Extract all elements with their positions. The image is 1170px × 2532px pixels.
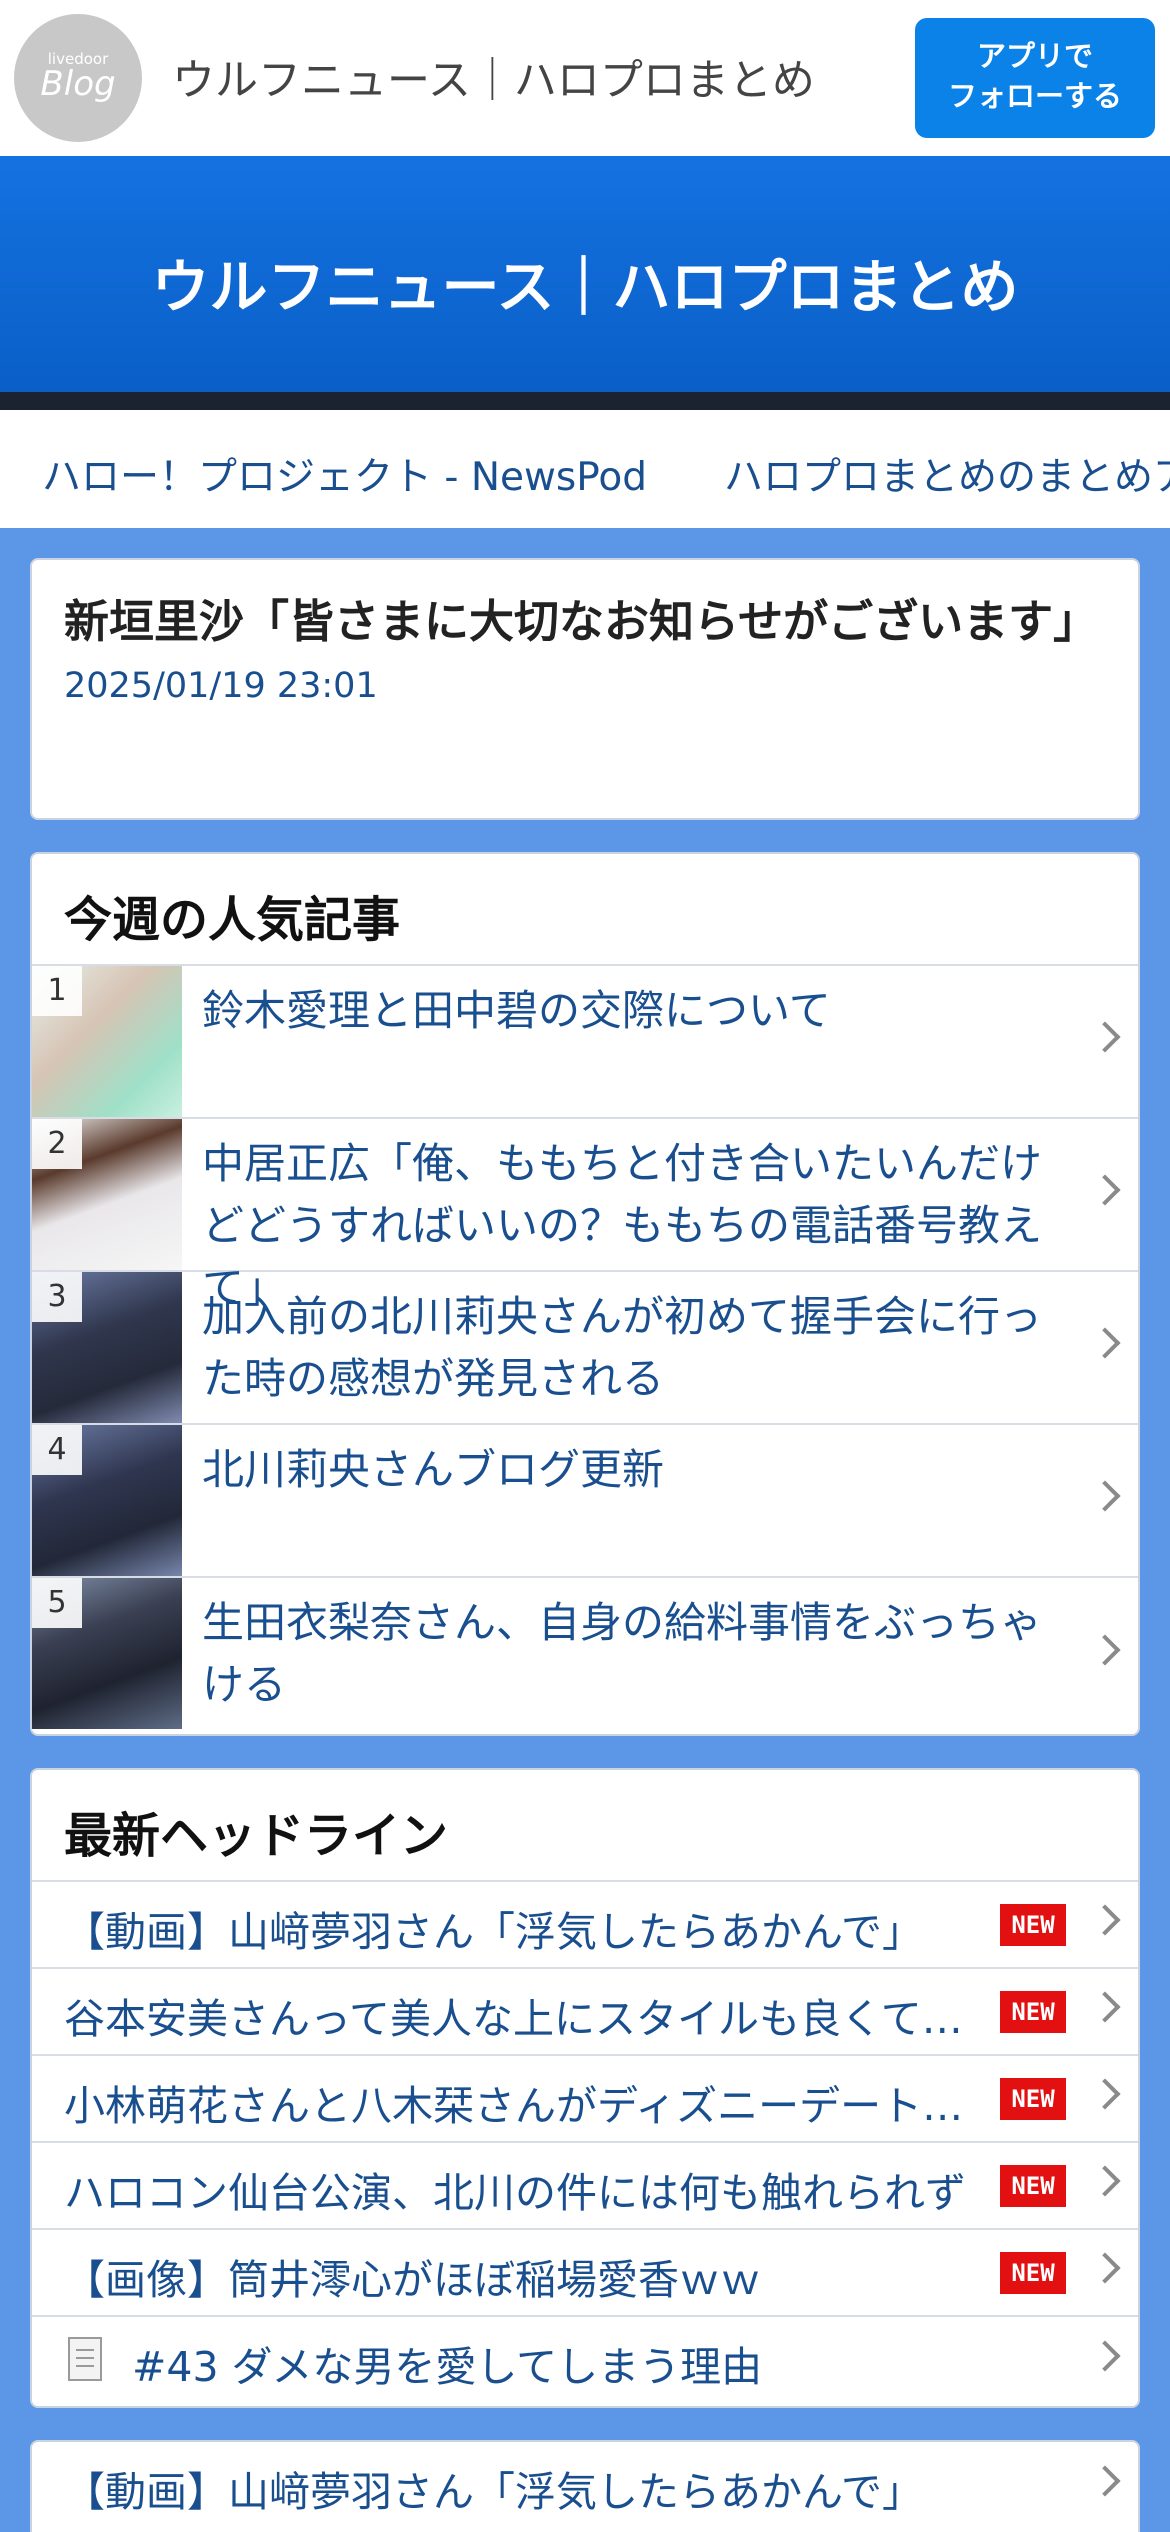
headline-title: 【動画】山﨑夢羽さん「浮気したらあかんで」 <box>64 2468 923 2516</box>
article-title[interactable]: 新垣里沙「皆さまに大切なお知らせがございます」 <box>64 590 1106 654</box>
logo-big-text: Blog <box>40 64 116 104</box>
chevron-right-icon <box>1089 1326 1121 1359</box>
chevron-right-icon <box>1089 2164 1121 2197</box>
headline-item[interactable]: 【画像】筒井澪心がほぼ稲場愛香ｗｗ NEW <box>32 2230 1138 2317</box>
headline-title: #43 ダメな男を愛してしまう理由 <box>132 2343 763 2391</box>
latest-headlines-card: 最新ヘッドライン 【動画】山﨑夢羽さん「浮気したらあかんで」 NEW 谷本安美さ… <box>30 1768 1140 2408</box>
popular-section-title: 今週の人気記事 <box>32 854 1138 966</box>
document-icon <box>68 2337 102 2381</box>
banner-title: ウルフニュース｜ハロプロまとめ <box>151 253 1019 321</box>
site-title[interactable]: ウルフニュース｜ハロプロまとめ <box>172 46 815 108</box>
more-headlines-card: 【動画】山﨑夢羽さん「浮気したらあかんで」 <box>30 2440 1140 2532</box>
popular-item-title: 加入前の北川莉央さんが初めて握手会に行った時の感想が発見される <box>202 1292 1043 1403</box>
headline-item[interactable]: 谷本安美さんって美人な上にスタイルも良くて… NEW <box>32 1969 1138 2056</box>
new-badge: NEW <box>1000 1904 1066 1946</box>
chevron-right-icon <box>1089 1020 1121 1053</box>
follow-button-line1: アプリで <box>976 39 1093 73</box>
popular-item-title: 生田衣梨奈さん、自身の給料事情をぶっちゃける <box>202 1598 1043 1709</box>
chevron-right-icon <box>1089 2251 1121 2284</box>
popular-item[interactable]: 2 中居正広「俺、ももちと付き合いたいんだけどどうすればいいの？ももちの電話番号… <box>32 1119 1138 1312</box>
headline-title: 谷本安美さんって美人な上にスタイルも良くて… <box>64 1995 963 2043</box>
popular-item[interactable]: 1 鈴木愛理と田中碧の交際について <box>32 966 1138 1119</box>
livedoor-blog-logo[interactable]: livedoor Blog <box>14 14 142 142</box>
rank-number: 1 <box>32 966 82 1016</box>
chevron-right-icon <box>1089 1990 1121 2023</box>
rank-number: 5 <box>32 1578 82 1628</box>
headline-title: 【動画】山﨑夢羽さん「浮気したらあかんで」 <box>64 1908 923 1956</box>
popular-articles-card: 今週の人気記事 1 鈴木愛理と田中碧の交際について 2 中居正広「俺、ももちと付… <box>30 852 1140 1736</box>
new-badge: NEW <box>1000 2252 1066 2294</box>
chevron-right-icon <box>1089 2464 1121 2497</box>
headline-item[interactable]: 小林萌花さんと八木栞さんがディズニーデート… NEW <box>32 2056 1138 2143</box>
headline-title: ハロコン仙台公演、北川の件には何も触れられず <box>64 2169 966 2217</box>
popular-item-title: 鈴木愛理と田中碧の交際について <box>202 986 831 1035</box>
headline-item[interactable]: 【動画】山﨑夢羽さん「浮気したらあかんで」 <box>32 2442 1138 2529</box>
follow-button-line2: フォローする <box>947 79 1122 113</box>
chevron-right-icon <box>1089 2077 1121 2110</box>
headline-item[interactable]: ハロコン仙台公演、北川の件には何も触れられず NEW <box>32 2143 1138 2230</box>
rank-number: 2 <box>32 1119 82 1169</box>
new-badge: NEW <box>1000 1991 1066 2033</box>
new-badge: NEW <box>1000 2078 1066 2120</box>
popular-item-title: 北川莉央さんブログ更新 <box>202 1445 665 1494</box>
headline-item[interactable]: #43 ダメな男を愛してしまう理由 <box>32 2317 1138 2404</box>
chevron-right-icon <box>1089 1479 1121 1512</box>
rank-number: 4 <box>32 1425 82 1475</box>
related-links-strip: ハロー！プロジェクト - NewsPod ハロプロまとめのまとめア <box>0 410 1170 528</box>
link-newspod[interactable]: ハロー！プロジェクト - NewsPod <box>42 446 647 502</box>
chevron-right-icon <box>1089 1633 1121 1666</box>
banner-divider <box>0 392 1170 410</box>
popular-item[interactable]: 4 北川莉央さんブログ更新 <box>32 1425 1138 1578</box>
chevron-right-icon <box>1089 1173 1121 1206</box>
headlines-section-title: 最新ヘッドライン <box>32 1770 1138 1882</box>
chevron-right-icon <box>1089 2339 1121 2372</box>
popular-item[interactable]: 5 生田衣梨奈さん、自身の給料事情をぶっちゃける <box>32 1578 1138 1731</box>
popular-item[interactable]: 3 加入前の北川莉央さんが初めて握手会に行った時の感想が発見される <box>32 1272 1138 1425</box>
link-matome[interactable]: ハロプロまとめのまとめア <box>724 446 1170 502</box>
follow-in-app-button[interactable]: アプリで フォローする <box>915 18 1155 138</box>
article-date: 2025/01/19 23:01 <box>64 666 378 706</box>
blog-banner[interactable]: ウルフニュース｜ハロプロまとめ <box>0 156 1170 392</box>
rank-number: 3 <box>32 1272 82 1322</box>
top-bar: livedoor Blog ウルフニュース｜ハロプロまとめ アプリで フォローす… <box>0 0 1170 156</box>
headline-item[interactable]: 【動画】山﨑夢羽さん「浮気したらあかんで」 NEW <box>32 1882 1138 1969</box>
headline-title: 小林萌花さんと八木栞さんがディズニーデート… <box>64 2082 964 2130</box>
new-badge: NEW <box>1000 2165 1066 2207</box>
chevron-right-icon <box>1089 1903 1121 1936</box>
article-header-card: 新垣里沙「皆さまに大切なお知らせがございます」 2025/01/19 23:01 <box>30 558 1140 820</box>
headline-title: 【画像】筒井澪心がほぼ稲場愛香ｗｗ <box>64 2256 761 2304</box>
